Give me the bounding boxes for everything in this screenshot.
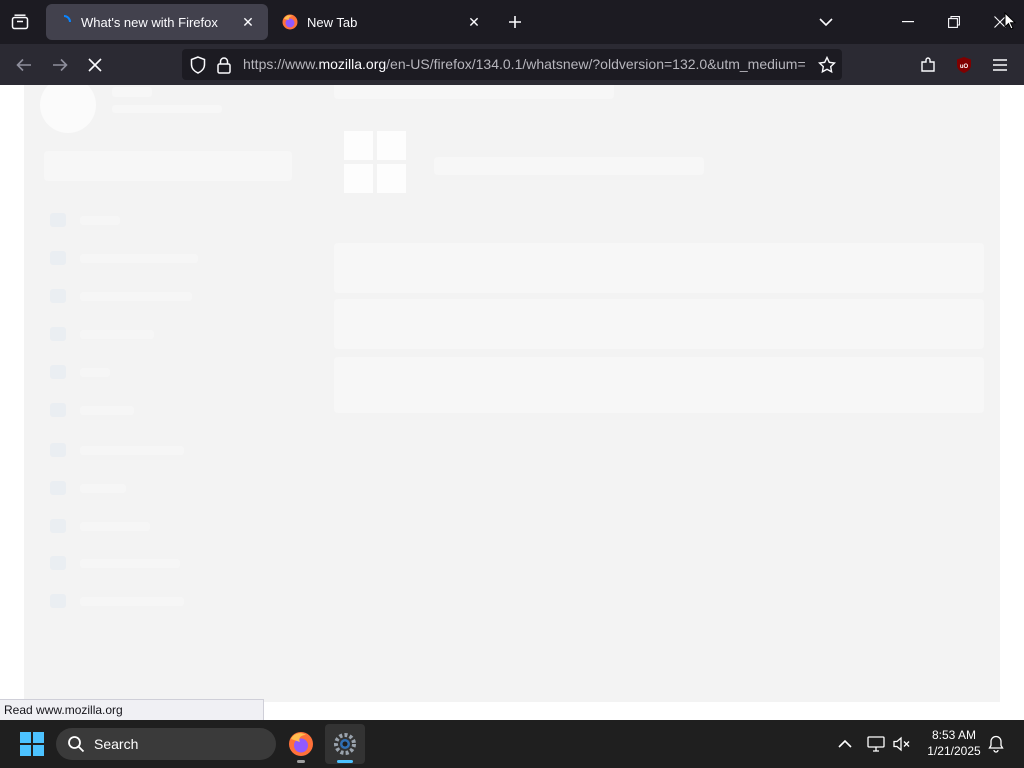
status-text: Read www.mozilla.org: [0, 699, 264, 720]
restore-icon[interactable]: [934, 4, 974, 40]
volume-muted-icon[interactable]: [892, 734, 912, 754]
url-bar[interactable]: https://www.mozilla.org/en-US/firefox/13…: [182, 49, 842, 80]
ublock-origin-icon[interactable]: uO: [951, 52, 977, 78]
url-text[interactable]: https://www.mozilla.org/en-US/firefox/13…: [243, 56, 809, 72]
hamburger-menu-icon[interactable]: [987, 52, 1013, 78]
avatar: [40, 85, 96, 133]
url-prefix: https://www.: [243, 56, 319, 72]
faded-windows-logo: [344, 131, 406, 193]
faded-search-box: [44, 151, 292, 181]
extensions-icon[interactable]: [915, 52, 941, 78]
chevron-down-icon[interactable]: [814, 10, 838, 34]
clock-date: 1/21/2025: [927, 744, 981, 758]
search-placeholder: Search: [94, 736, 139, 752]
tab-title: What's new with Firefox: [81, 14, 218, 30]
url-domain: mozilla.org: [318, 56, 387, 72]
tab-list-icon[interactable]: [8, 10, 32, 34]
lock-icon[interactable]: [215, 55, 233, 75]
taskbar-clock[interactable]: 8:53 AM 1/21/2025: [918, 727, 990, 759]
search-icon: [66, 734, 86, 754]
page-content: Read www.mozilla.org: [0, 85, 1024, 720]
close-tab-icon[interactable]: ✕: [464, 12, 484, 32]
tab-title: New Tab: [307, 14, 358, 30]
faded-settings-window: [24, 85, 1000, 702]
shield-icon[interactable]: [188, 55, 208, 75]
plus-icon[interactable]: [503, 10, 527, 34]
loading-spinner-icon: [56, 14, 72, 30]
close-tab-icon[interactable]: ✕: [238, 12, 258, 32]
windows-start-icon[interactable]: [16, 730, 48, 758]
taskbar-search-box[interactable]: Search: [56, 728, 276, 760]
notification-bell-icon[interactable]: [986, 734, 1006, 754]
network-icon[interactable]: [866, 734, 886, 754]
settings-taskbar-icon[interactable]: [325, 724, 365, 764]
back-arrow-icon[interactable]: [11, 52, 37, 78]
stop-icon[interactable]: [82, 52, 108, 78]
svg-text:uO: uO: [960, 64, 969, 70]
chevron-up-icon[interactable]: [835, 734, 855, 754]
forward-arrow-icon[interactable]: [47, 52, 73, 78]
tab-new-tab[interactable]: New Tab ✕: [272, 4, 494, 40]
tab-bar: What's new with Firefox ✕ New Tab ✕: [0, 0, 1024, 44]
firefox-icon: [282, 14, 298, 30]
navigation-toolbar: https://www.mozilla.org/en-US/firefox/13…: [0, 44, 1024, 85]
faded-heading: [334, 85, 614, 99]
clock-time: 8:53 AM: [931, 728, 977, 742]
firefox-taskbar-icon[interactable]: [281, 724, 321, 764]
url-path: /en-US/firefox/134.0.1/whatsnew/?oldvers…: [386, 56, 806, 72]
minimize-icon[interactable]: [888, 4, 928, 40]
windows-taskbar: Search 8:53 AM 1/21/2025: [0, 720, 1024, 768]
star-icon[interactable]: [816, 54, 838, 76]
tab-whats-new[interactable]: What's new with Firefox ✕: [46, 4, 268, 40]
mouse-cursor-icon: [1004, 11, 1017, 35]
